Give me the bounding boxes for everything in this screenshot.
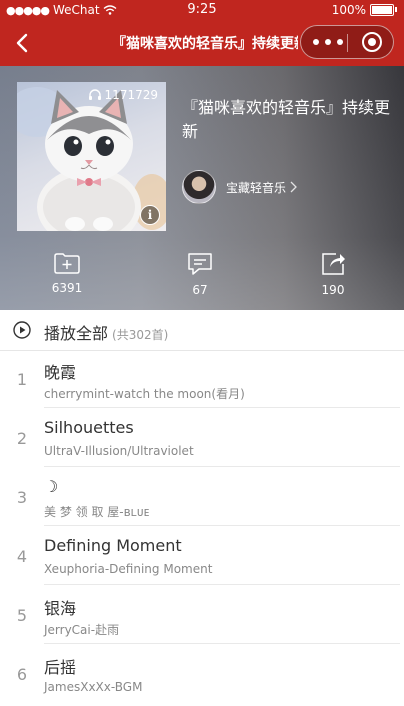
playlist-title: 『猫咪喜欢的轻音乐』持续更新 [182,98,391,141]
comment-count: 67 [192,283,208,297]
share-icon [322,253,345,275]
more-menu-button[interactable] [313,35,343,49]
divider [44,525,400,526]
song-title: 后摇 [44,658,77,677]
song-index: 2 [16,429,28,448]
play-circle-icon [13,321,31,339]
song-index: 1 [16,370,28,389]
divider [44,643,400,644]
battery-percent: 100% [331,3,366,17]
song-index: 5 [16,606,28,625]
more-dot-icon [325,39,331,45]
track-count: (共302首) [112,328,169,342]
song-artist: JamesXxXx-BGM [44,680,143,694]
play-count: 1171729 [88,88,158,102]
song-artist: 美 梦 领 取 屋-ʙʟᴜᴇ [44,505,150,519]
song-row[interactable]: 6 后摇 JamesXxXx-BGM [0,645,404,703]
playlist-actions: 6391 67 190 [0,251,404,299]
share-count: 190 [321,283,345,297]
song-row[interactable]: 3 ☽ 美 梦 领 取 屋-ʙʟᴜᴇ [0,468,404,526]
collect-count: 6391 [51,281,83,295]
song-row[interactable]: 4 Defining Moment Xeuphoria-Defining Mom… [0,527,404,585]
miniprogram-capsule [300,25,394,59]
chevron-right-icon [290,181,297,193]
song-artist: UltraV-Illusion/Ultraviolet [44,444,194,458]
info-icon[interactable]: i [140,205,160,225]
back-button[interactable] [10,29,34,57]
creator-link[interactable]: 宝藏轻音乐 [182,170,297,204]
capsule-divider [347,34,348,52]
song-title: Silhouettes [44,418,134,437]
play-all-bar[interactable]: 播放全部 (共302首) [0,310,404,351]
close-miniprogram-button[interactable] [362,32,382,52]
creator-name: 宝藏轻音乐 [226,180,287,195]
divider [44,466,400,467]
song-index: 4 [16,547,28,566]
song-artist: Xeuphoria-Defining Moment [44,562,213,576]
playlist-header: 1171729 i 『猫咪喜欢的轻音乐』持续更新 宝藏轻音乐 6391 67 1… [0,66,404,310]
nav-title: 『猫咪喜欢的轻音乐』持续更新 [112,36,298,52]
play-count-value: 1171729 [104,88,158,102]
song-index: 6 [16,665,28,684]
more-dot-icon [337,39,343,45]
comment-button[interactable]: 67 [170,251,230,297]
nav-bar: 『猫咪喜欢的轻音乐』持续更新 [0,20,404,66]
song-artist: cherrymint-watch the moon(看月) [44,387,245,401]
song-row[interactable]: 5 银海 JerryCai-赴雨 [0,586,404,644]
song-title: 晚霞 [44,363,77,382]
battery-icon [370,4,397,16]
song-row[interactable]: 2 Silhouettes UltraV-Illusion/Ultraviole… [0,409,404,467]
song-row[interactable]: 1 晚霞 cherrymint-watch the moon(看月) [0,350,404,408]
song-artist: JerryCai-赴雨 [44,623,120,637]
comment-icon [188,253,212,275]
status-bar: ●●●●● WeChat 9:25 100% [0,0,404,20]
play-all-label: 播放全部 (共302首) [44,324,169,343]
song-title: 银海 [44,599,77,618]
add-folder-icon [54,253,80,274]
share-button[interactable]: 190 [303,251,363,297]
song-index: 3 [16,488,28,507]
song-title: ☽ [44,477,59,496]
divider [44,584,400,585]
playlist-cover[interactable]: 1171729 i [17,82,166,231]
creator-avatar [182,170,216,204]
collect-button[interactable]: 6391 [37,251,97,295]
song-title: Defining Moment [44,536,182,555]
more-dot-icon [313,39,319,45]
divider [44,407,400,408]
headphones-icon [88,89,101,100]
back-arrow-icon [16,33,28,53]
